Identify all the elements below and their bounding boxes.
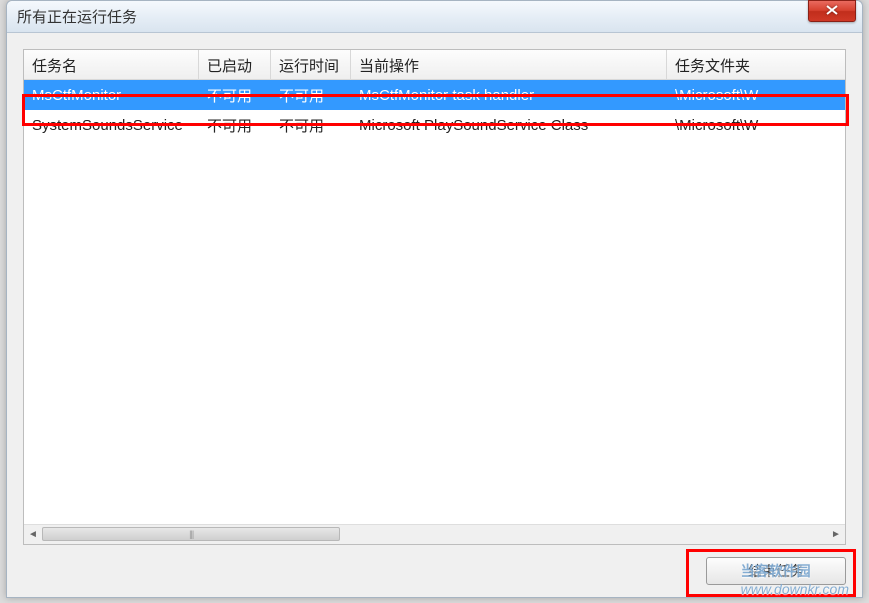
cell-runtime: 不可用 [271,81,351,110]
cell-operation: MsCtfMonitor task handler [351,83,667,108]
cell-folder: \Microsoft\W [667,83,845,108]
cell-started: 不可用 [199,111,271,140]
close-icon [826,4,838,18]
col-header-operation[interactable]: 当前操作 [351,50,667,79]
running-tasks-window: 所有正在运行任务 任务名 已启动 运行时间 当前操作 任务文件夹 MsCtfMo… [6,0,863,598]
scroll-left-icon[interactable]: ◄ [24,526,42,544]
cell-operation: Microsoft PlaySoundService Class [351,113,667,138]
tasks-table: 任务名 已启动 运行时间 当前操作 任务文件夹 MsCtfMonitor不可用不… [23,49,846,545]
table-body: MsCtfMonitor不可用不可用MsCtfMonitor task hand… [24,80,845,524]
scrollbar-track[interactable] [42,526,827,544]
horizontal-scrollbar[interactable]: ◄ ► [24,524,845,544]
col-header-name[interactable]: 任务名 [24,50,199,79]
table-header: 任务名 已启动 运行时间 当前操作 任务文件夹 [24,50,845,80]
titlebar[interactable]: 所有正在运行任务 [7,1,862,33]
table-row[interactable]: MsCtfMonitor不可用不可用MsCtfMonitor task hand… [24,80,845,110]
end-task-button[interactable]: 结束任务 [706,557,846,585]
window-title: 所有正在运行任务 [17,6,856,27]
cell-name: MsCtfMonitor [24,83,199,108]
cell-started: 不可用 [199,81,271,110]
cell-name: SystemSoundsService [24,113,199,138]
col-header-started[interactable]: 已启动 [199,50,271,79]
col-header-runtime[interactable]: 运行时间 [271,50,351,79]
cell-runtime: 不可用 [271,111,351,140]
button-row: 结束任务 [23,545,846,585]
cell-folder: \Microsoft\W [667,113,845,138]
content-area: 任务名 已启动 运行时间 当前操作 任务文件夹 MsCtfMonitor不可用不… [7,33,862,597]
scroll-right-icon[interactable]: ► [827,526,845,544]
col-header-folder[interactable]: 任务文件夹 [667,50,845,79]
scrollbar-thumb[interactable] [42,527,340,541]
table-row[interactable]: SystemSoundsService不可用不可用Microsoft PlayS… [24,110,845,140]
close-button[interactable] [808,0,856,22]
